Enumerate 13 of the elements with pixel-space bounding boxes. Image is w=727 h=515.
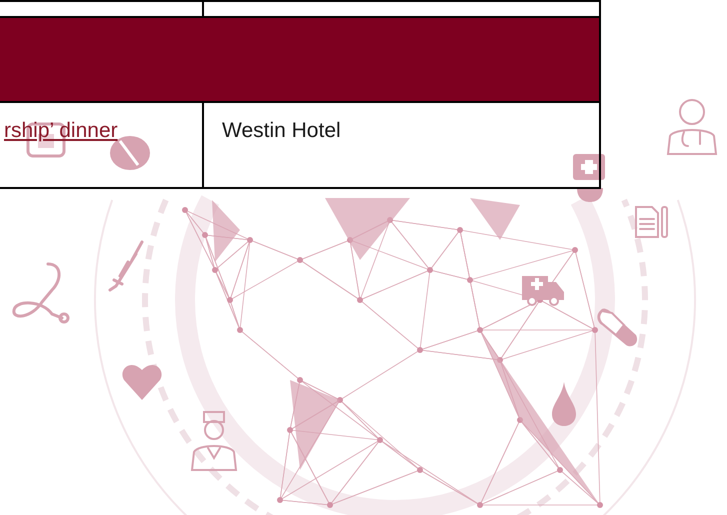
ambulance-icon bbox=[522, 276, 564, 306]
nurse-icon bbox=[191, 411, 237, 471]
stethoscope-icon bbox=[12, 262, 70, 324]
document-icon bbox=[635, 206, 668, 238]
pill-icon bbox=[110, 136, 150, 170]
blood-drop-icon bbox=[552, 382, 576, 426]
syringe-icon bbox=[108, 240, 144, 292]
heart-icon bbox=[122, 365, 162, 400]
capsule-icon bbox=[597, 308, 638, 346]
doctor-icon bbox=[667, 99, 717, 155]
venue-text: Westin Hotel bbox=[222, 118, 341, 144]
medkit-icon bbox=[573, 154, 605, 202]
event-link[interactable]: rship’ dinner bbox=[4, 115, 118, 146]
